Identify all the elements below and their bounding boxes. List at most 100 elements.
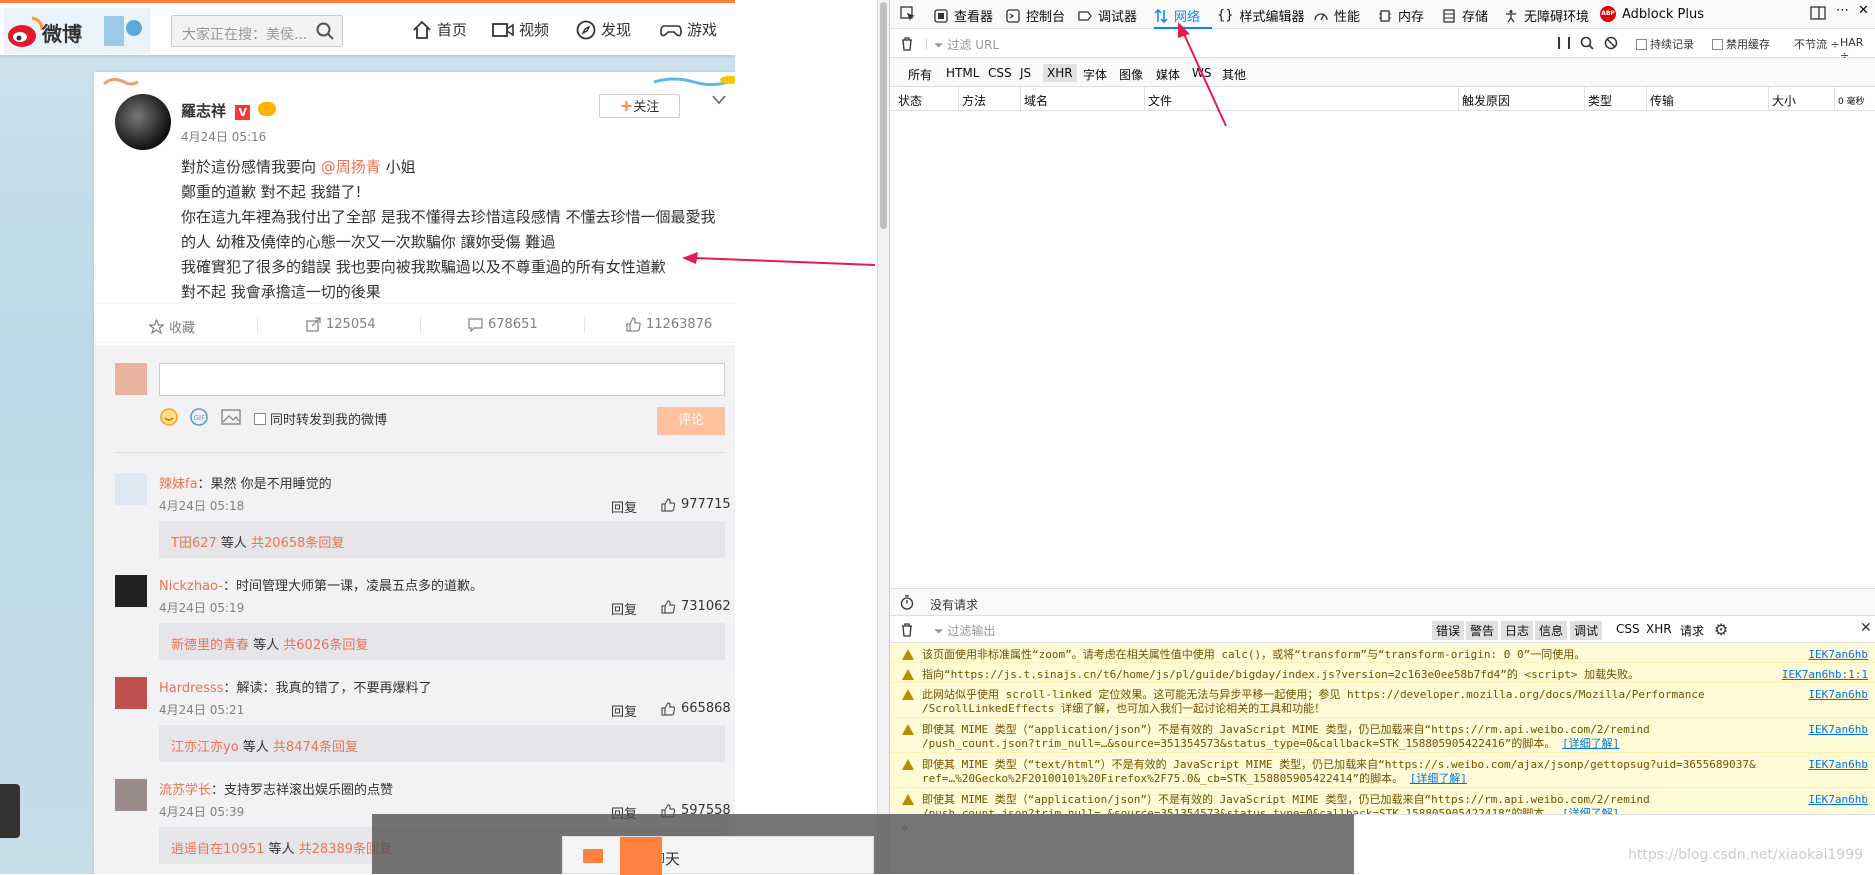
sub-reply-user[interactable]: 新德里的青春 (171, 638, 249, 653)
filter-xhr[interactable]: XHR (1642, 621, 1676, 637)
col-transferred[interactable]: 传输 (1650, 92, 1674, 109)
message-source[interactable]: IEK7an6hb (1808, 758, 1868, 771)
gear-icon[interactable]: ⚙ (1714, 620, 1728, 639)
message-source[interactable]: IEK7an6hb (1808, 723, 1868, 736)
comment-like-button[interactable]: 665868 (661, 701, 731, 716)
reply-button[interactable]: 回复 (611, 497, 637, 516)
console-message[interactable]: 此网站似乎使用 scroll-linked 定位效果。这可能无法与异步平移一起使… (890, 683, 1875, 718)
scrollbar-thumb[interactable] (880, 2, 887, 229)
tab-storage[interactable]: 存储 (1442, 6, 1488, 25)
column-divider[interactable] (1768, 87, 1769, 111)
tab-performance[interactable]: 性能 (1314, 6, 1360, 25)
column-divider[interactable] (1020, 87, 1021, 111)
commenter-avatar[interactable] (115, 779, 147, 811)
comment-input[interactable] (159, 363, 725, 396)
commenter-name[interactable]: 流苏学长：支持罗志祥滚出娱乐圈的点赞 (159, 779, 393, 798)
tab-inspector[interactable]: 查看器 (934, 6, 993, 25)
gif-icon[interactable]: GIF (189, 407, 209, 430)
tab-console[interactable]: 控制台 (1006, 6, 1065, 25)
throttle-select[interactable]: 不节流 ÷ (1794, 36, 1840, 52)
stopwatch-icon[interactable] (900, 595, 914, 613)
level-debug[interactable]: 调试 (1570, 621, 1603, 640)
side-widget[interactable] (0, 784, 20, 838)
persist-logs-checkbox[interactable]: 持续记录 (1636, 36, 1694, 52)
chat-bubble-icon[interactable] (620, 837, 662, 875)
my-avatar[interactable] (115, 363, 147, 395)
console-message[interactable]: 该页面使用非标准属性“zoom”。请考虑在相关属性值中使用 calc()，或将“… (890, 643, 1875, 663)
message-source[interactable]: IEK7an6hb (1808, 793, 1868, 806)
follow-button[interactable]: +关注 (599, 94, 680, 118)
sub-reply-user[interactable]: 江亦江亦yo (171, 740, 239, 755)
filter-css[interactable]: CSS (1612, 621, 1644, 637)
close-icon[interactable]: ✕ (1858, 3, 1869, 18)
trash-icon[interactable] (900, 622, 914, 640)
filter-requests[interactable]: 请求 (1676, 621, 1708, 640)
message-source[interactable]: IEK7an6hb:1:1 (1782, 668, 1868, 681)
column-divider[interactable] (1834, 87, 1835, 111)
col-file[interactable]: 文件 (1148, 92, 1172, 109)
learn-more-link[interactable]: [详细了解] (1562, 737, 1619, 750)
level-info[interactable]: 信息 (1535, 621, 1568, 640)
sub-reply-user[interactable]: 逍遥自在10951 (171, 842, 264, 857)
nav-home[interactable]: 首页 (412, 19, 467, 40)
commenter-name[interactable]: Hardresss：解读：我真的错了，不要再爆料了 (159, 677, 432, 696)
tab-accessibility[interactable]: 无障碍环境 (1504, 6, 1589, 25)
commenter-name[interactable]: 辣妹fa：果然 你是不用睡觉的 (159, 473, 332, 492)
nav-discover[interactable]: 发现 (576, 19, 631, 40)
emoji-icon[interactable] (159, 407, 179, 430)
sub-reply-count[interactable]: 共6026条回复 (283, 638, 368, 653)
sub-reply-user[interactable]: T田627 (171, 536, 217, 551)
commenter-name[interactable]: Nickzhao-：时间管理大师第一课，凌晨五点多的道歉。 (159, 575, 483, 594)
col-domain[interactable]: 域名 (1024, 92, 1048, 109)
column-divider[interactable] (958, 87, 959, 111)
pause-icon[interactable]: ❙❙ (1554, 35, 1574, 49)
level-warnings[interactable]: 警告 (1466, 621, 1499, 640)
tab-style-editor[interactable]: {} 样式编辑器 (1217, 6, 1305, 25)
sub-replies[interactable]: 新德里的青春 等人 共6026条回复 (159, 623, 725, 660)
type-css[interactable]: CSS (988, 66, 1012, 80)
column-divider[interactable] (1646, 87, 1647, 111)
comment-button[interactable]: 678651 (468, 317, 538, 332)
column-divider[interactable] (1458, 87, 1459, 111)
page-scrollbar[interactable] (877, 0, 889, 874)
sub-replies[interactable]: 江亦江亦yo 等人 共8474条回复 (159, 725, 725, 762)
url-filter-input[interactable]: ⏷ 过滤 URL (934, 36, 999, 53)
trash-icon[interactable] (900, 36, 914, 54)
mention-link[interactable]: @周扬青 (321, 158, 381, 176)
reply-button[interactable]: 回复 (611, 599, 637, 618)
checkbox[interactable] (1712, 38, 1723, 50)
block-icon[interactable] (1604, 36, 1618, 53)
col-waterfall[interactable]: 0 毫秒 (1838, 94, 1865, 107)
post-author-name[interactable]: 羅志祥 V (181, 100, 277, 121)
comment-submit-button[interactable]: 评论 (657, 407, 725, 435)
column-divider[interactable] (1144, 87, 1145, 111)
forward-button[interactable]: 125054 (306, 317, 376, 332)
column-divider[interactable] (1584, 87, 1585, 111)
type-html[interactable]: HTML (946, 66, 979, 80)
tab-debugger[interactable]: 调试器 (1078, 6, 1137, 25)
post-author-avatar[interactable] (115, 94, 171, 150)
level-errors[interactable]: 错误 (1432, 621, 1465, 640)
type-fonts[interactable]: 字体 (1083, 66, 1107, 83)
weibo-chat-bar[interactable]: 微博聊天 (562, 836, 874, 875)
search-icon[interactable] (1580, 36, 1594, 53)
commenter-avatar[interactable] (115, 677, 147, 709)
reply-button[interactable]: 回复 (611, 701, 637, 720)
commenter-avatar[interactable] (115, 575, 147, 607)
element-picker-icon[interactable] (900, 6, 916, 22)
dock-icon[interactable] (1810, 6, 1826, 20)
commenter-avatar[interactable] (115, 473, 147, 505)
console-filter-input[interactable]: ⏷ 过滤输出 (934, 622, 995, 639)
message-source[interactable]: IEK7an6hb (1808, 688, 1868, 701)
image-icon[interactable] (220, 407, 242, 430)
tab-memory[interactable]: 内存 (1378, 6, 1424, 25)
tab-adblock[interactable]: ABP Adblock Plus (1600, 6, 1704, 22)
type-all[interactable]: 所有 (908, 66, 932, 83)
comment-like-button[interactable]: 977715 (661, 497, 731, 512)
post-time[interactable]: 4月24日 05:16 (181, 128, 266, 145)
col-status[interactable]: 状态 (898, 92, 922, 109)
col-cause[interactable]: 触发原因 (1462, 92, 1510, 109)
comment-like-button[interactable]: 731062 (661, 599, 731, 614)
type-js[interactable]: JS (1020, 66, 1031, 80)
col-size[interactable]: 大小 (1772, 92, 1796, 109)
